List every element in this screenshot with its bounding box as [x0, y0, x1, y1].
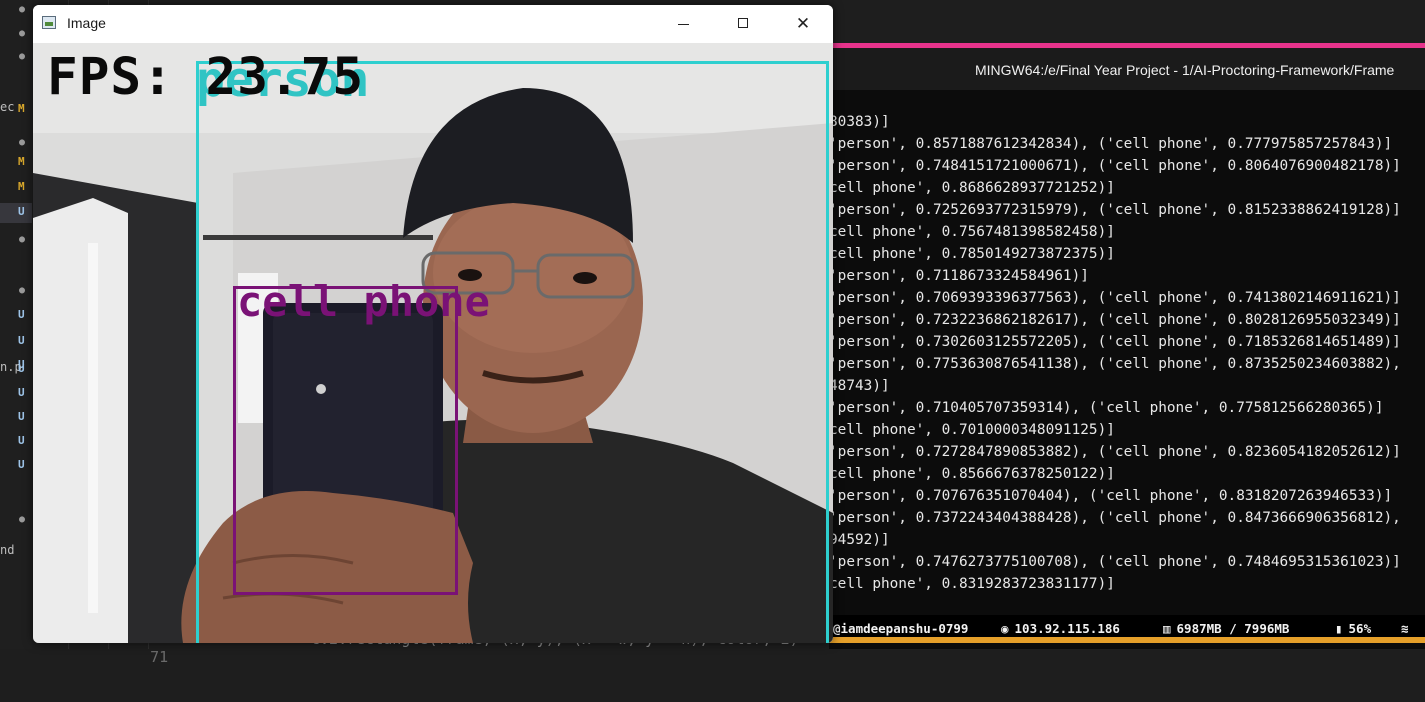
cupboard	[33, 198, 128, 643]
terminal-line: 'person', 0.7372243404388428), ('cell ph…	[829, 510, 1401, 526]
terminal-line: 'person', 0.7484151721000671), ('cell ph…	[829, 158, 1401, 174]
phone-bounding-box	[233, 286, 458, 595]
gutter-item[interactable]: n.p U	[0, 360, 32, 380]
git-status-badge: U	[18, 458, 25, 471]
terminal-line: 'person', 0.710405707359314), ('cell pho…	[829, 400, 1384, 416]
terminal-line: 'person', 0.8571887612342834), ('cell ph…	[829, 136, 1393, 152]
modified-dot-icon: ●	[19, 51, 26, 62]
cupboard-edge	[88, 243, 98, 613]
terminal-titlebar[interactable]: MINGW64:/e/Final Year Project - 1/AI-Pro…	[829, 48, 1425, 90]
terminal-underline	[829, 637, 1425, 643]
gutter-file-fragment: nd	[0, 543, 15, 557]
gutter-item[interactable]: U	[0, 306, 32, 326]
terminal-line: cell phone', 0.8686628937721252)]	[829, 180, 1115, 196]
close-button[interactable]: ✕	[773, 5, 833, 43]
terminal-line: cell phone', 0.8319283723831177)]	[829, 576, 1115, 592]
gutter-item[interactable]: U	[0, 408, 32, 428]
terminal-line: cell phone', 0.7567481398582458)]	[829, 224, 1115, 240]
status-user: @iamdeepanshu-0799	[833, 621, 969, 636]
terminal-line: 'person', 0.7302603125572205), ('cell ph…	[829, 334, 1401, 350]
battery-icon: ▮	[1335, 621, 1343, 636]
image-app-icon	[42, 16, 56, 29]
image-window-title: Image	[67, 15, 106, 31]
line-number: 71	[150, 648, 169, 666]
git-status-badge: U	[18, 334, 25, 347]
git-status-badge: U	[18, 308, 25, 321]
status-ip-segment: ◉ 103.92.115.186	[1001, 621, 1120, 636]
git-status-badge: M	[18, 180, 25, 193]
status-memory: 6987MB / 7996MB	[1176, 621, 1290, 636]
terminal-line: cell phone', 0.7850149273872375)]	[829, 246, 1115, 262]
status-battery: 56%	[1348, 621, 1372, 636]
maximize-button[interactable]	[713, 5, 773, 43]
editor-gutter: ● ● ● ec M ● M M U ● ● U U Un.p U U U U U ● nd	[0, 0, 32, 649]
fps-counter: FPS: 23.75	[47, 48, 365, 107]
gutter-item[interactable]: M	[0, 178, 32, 198]
gutter-item[interactable]: M	[0, 153, 32, 173]
terminal-title: MINGW64:/e/Final Year Project - 1/AI-Pro…	[975, 62, 1395, 78]
gutter-item[interactable]: U	[0, 384, 32, 404]
image-window[interactable]: Image ✕ person cell phone FPS: 23.75	[33, 5, 833, 643]
git-status-badge: U	[18, 410, 25, 423]
git-status-badge: U	[18, 386, 25, 399]
status-ip: 103.92.115.186	[1014, 621, 1120, 636]
gutter-item[interactable]: U	[0, 332, 32, 352]
terminal-line: 'person', 0.7272847890853882), ('cell ph…	[829, 444, 1401, 460]
gutter-file-fragment: ec	[0, 100, 15, 114]
git-status-badge: U	[18, 362, 25, 375]
terminal-window[interactable]: MINGW64:/e/Final Year Project - 1/AI-Pro…	[829, 43, 1425, 649]
git-status-badge: M	[18, 102, 25, 115]
terminal-line: cell phone', 0.8566676378250122)]	[829, 466, 1115, 482]
memory-icon: ▥	[1163, 621, 1171, 636]
wifi-icon: ≋	[1401, 621, 1409, 636]
phone-label: cell phone	[237, 277, 490, 326]
network-icon: ◉	[1001, 621, 1009, 636]
status-memory-segment: ▥ 6987MB / 7996MB	[1163, 621, 1289, 636]
gutter-item[interactable]: ●	[0, 281, 32, 301]
terminal-line: 'person', 0.7252693772315979), ('cell ph…	[829, 202, 1401, 218]
gutter-item[interactable]: ●	[0, 24, 32, 44]
terminal-line: 'person', 0.7753630876541138), ('cell ph…	[829, 356, 1401, 372]
modified-dot-icon: ●	[19, 4, 26, 15]
terminal-line: cell phone', 0.7010000348091125)]	[829, 422, 1115, 438]
camera-frame: person cell phone FPS: 23.75	[33, 43, 833, 643]
gutter-item[interactable]: ●	[0, 47, 32, 67]
terminal-line: 48743)]	[829, 378, 890, 394]
gutter-item[interactable]: U	[0, 432, 32, 452]
terminal-line: 'person', 0.7118673324584961)]	[829, 268, 1089, 284]
modified-dot-icon: ●	[19, 137, 26, 148]
terminal-line: 'person', 0.7069393396377563), ('cell ph…	[829, 290, 1401, 306]
git-status-badge: U	[18, 205, 25, 218]
gutter-item[interactable]: ec M	[0, 100, 32, 120]
modified-dot-icon: ●	[19, 285, 26, 296]
gutter-item[interactable]: U	[0, 456, 32, 476]
modified-dot-icon: ●	[19, 28, 26, 39]
gutter-item[interactable]: nd	[0, 543, 32, 563]
terminal-output[interactable]: 80383)] 'person', 0.8571887612342834), ('…	[829, 111, 1425, 639]
gutter-item[interactable]: U	[0, 203, 32, 223]
terminal-line: 'person', 0.7232236862182617), ('cell ph…	[829, 312, 1401, 328]
git-status-badge: U	[18, 434, 25, 447]
terminal-line: 80383)]	[829, 114, 890, 130]
image-window-titlebar[interactable]: Image ✕	[33, 5, 833, 43]
close-icon: ✕	[795, 14, 811, 34]
gutter-item[interactable]: ●	[0, 133, 32, 153]
modified-dot-icon: ●	[19, 234, 26, 245]
modified-dot-icon: ●	[19, 514, 26, 525]
terminal-line: 'person', 0.7476273775100708), ('cell ph…	[829, 554, 1401, 570]
terminal-line: 94592)]	[829, 532, 890, 548]
status-battery-segment: ▮ 56%	[1335, 621, 1371, 636]
gutter-item[interactable]: ●	[0, 510, 32, 530]
git-status-badge: M	[18, 155, 25, 168]
minimize-button[interactable]	[653, 5, 713, 43]
terminal-line: 'person', 0.707676351070404), ('cell pho…	[829, 488, 1393, 504]
gutter-item[interactable]: ●	[0, 230, 32, 250]
gutter-item[interactable]: ●	[0, 0, 32, 20]
